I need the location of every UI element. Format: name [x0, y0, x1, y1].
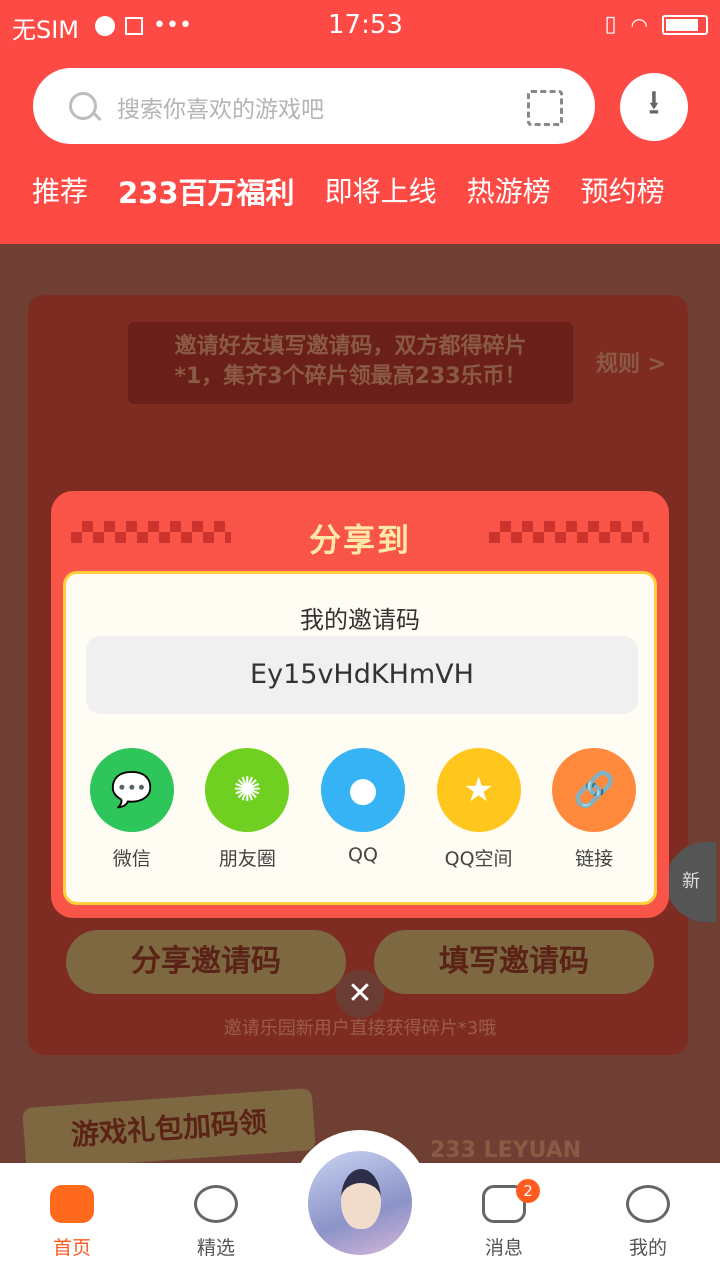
nav-messages[interactable]: 2 消息 — [454, 1179, 554, 1260]
share-qq[interactable]: ● QQ — [305, 748, 421, 871]
battery-icon — [662, 14, 708, 35]
nav-me[interactable]: 我的 — [598, 1185, 698, 1260]
invite-banner: 邀请好友填写邀请码，双方都得碎片 *1，集齐3个碎片领最高233乐币！ — [128, 322, 573, 404]
more-dots-icon: ••• — [153, 13, 192, 38]
share-label: QQ — [348, 844, 378, 866]
invite-code-label: 我的邀请码 — [300, 606, 420, 634]
nav-home-label: 首页 — [52, 1237, 91, 1259]
invite-code-box[interactable]: Ey15vHdKHmVH — [86, 636, 638, 714]
enter-code-button[interactable]: 填写邀请码 — [374, 930, 654, 994]
status-bar: 无SIM ••• 17:53 ▯ ◠ — [0, 0, 720, 52]
download-button[interactable]: ⭳ — [620, 73, 688, 141]
share-moments[interactable]: ✺ 朋友圈 — [190, 748, 306, 871]
gamepad-icon — [50, 1185, 94, 1223]
link-icon: 🔗 — [552, 748, 637, 832]
search-placeholder: 搜索你喜欢的游戏吧 — [117, 97, 324, 123]
share-label: QQ空间 — [444, 848, 513, 870]
app-notification-icon — [125, 16, 143, 35]
close-modal-button[interactable]: ✕ — [336, 970, 384, 1018]
profile-icon — [626, 1185, 670, 1223]
nav-messages-label: 消息 — [484, 1237, 523, 1259]
tab-233-welfare[interactable]: 233百万福利 — [118, 170, 295, 212]
modal-title: 分享到 — [308, 521, 411, 559]
leyuan-label: 233 LEYUAN — [430, 1138, 582, 1163]
tab-hot-games[interactable]: 热游榜 — [467, 170, 551, 212]
tab-coming-soon[interactable]: 即将上线 — [325, 170, 437, 212]
qq-icon: ● — [320, 748, 405, 832]
nav-home[interactable]: 首页 — [22, 1185, 122, 1260]
vibrate-icon: ▯ — [604, 12, 617, 37]
wifi-icon: ◠ — [630, 12, 648, 37]
share-label: 微信 — [112, 848, 151, 870]
share-code-button[interactable]: 分享邀请码 — [66, 930, 346, 994]
center-avatar[interactable] — [305, 1148, 415, 1258]
category-tabs: 推荐 233百万福利 即将上线 热游榜 预约榜 — [32, 170, 720, 212]
qzone-icon: ★ — [436, 748, 521, 832]
wechat-icon: 💬 — [89, 748, 174, 832]
share-qzone[interactable]: ★ QQ空间 — [421, 748, 537, 871]
featured-icon — [194, 1185, 238, 1223]
share-wechat[interactable]: 💬 微信 — [74, 748, 190, 871]
tab-recommend[interactable]: 推荐 — [32, 170, 88, 212]
nav-featured[interactable]: 精选 — [166, 1185, 266, 1260]
banner-text-1: 邀请好友填写邀请码，双方都得碎片 — [174, 334, 527, 359]
scan-icon[interactable] — [527, 90, 563, 126]
share-label: 链接 — [575, 848, 614, 870]
clock: 17:53 — [328, 10, 403, 40]
message-badge: 2 — [516, 1179, 540, 1203]
download-icon: ⭳ — [648, 82, 660, 123]
nav-featured-label: 精选 — [196, 1237, 235, 1259]
share-modal: 分享到 我的邀请码 Ey15vHdKHmVH 💬 微信 ✺ 朋友圈 ● QQ ★… — [51, 491, 669, 918]
rules-link[interactable]: 规则 > — [596, 346, 666, 378]
banner-text-2: *1，集齐3个碎片领最高233乐币！ — [174, 364, 527, 389]
share-options: 💬 微信 ✺ 朋友圈 ● QQ ★ QQ空间 🔗 链接 — [74, 748, 652, 871]
modal-content: 我的邀请码 Ey15vHdKHmVH 💬 微信 ✺ 朋友圈 ● QQ ★ QQ空… — [63, 571, 657, 905]
share-label: 朋友圈 — [218, 848, 276, 870]
search-icon — [69, 92, 97, 120]
tab-reservation-rank[interactable]: 预约榜 — [581, 170, 665, 212]
carrier-label: 无SIM — [12, 16, 80, 44]
record-icon — [95, 15, 115, 36]
search-bar[interactable]: 搜索你喜欢的游戏吧 — [33, 68, 595, 144]
share-link[interactable]: 🔗 链接 — [536, 748, 652, 871]
top-header: 无SIM ••• 17:53 ▯ ◠ 搜索你喜欢的游戏吧 ⭳ 推荐 233百万福… — [0, 0, 720, 244]
moments-icon: ✺ — [205, 748, 290, 832]
refresh-label: 新 — [682, 871, 700, 892]
close-icon: ✕ — [347, 976, 373, 1011]
nav-me-label: 我的 — [628, 1237, 667, 1259]
